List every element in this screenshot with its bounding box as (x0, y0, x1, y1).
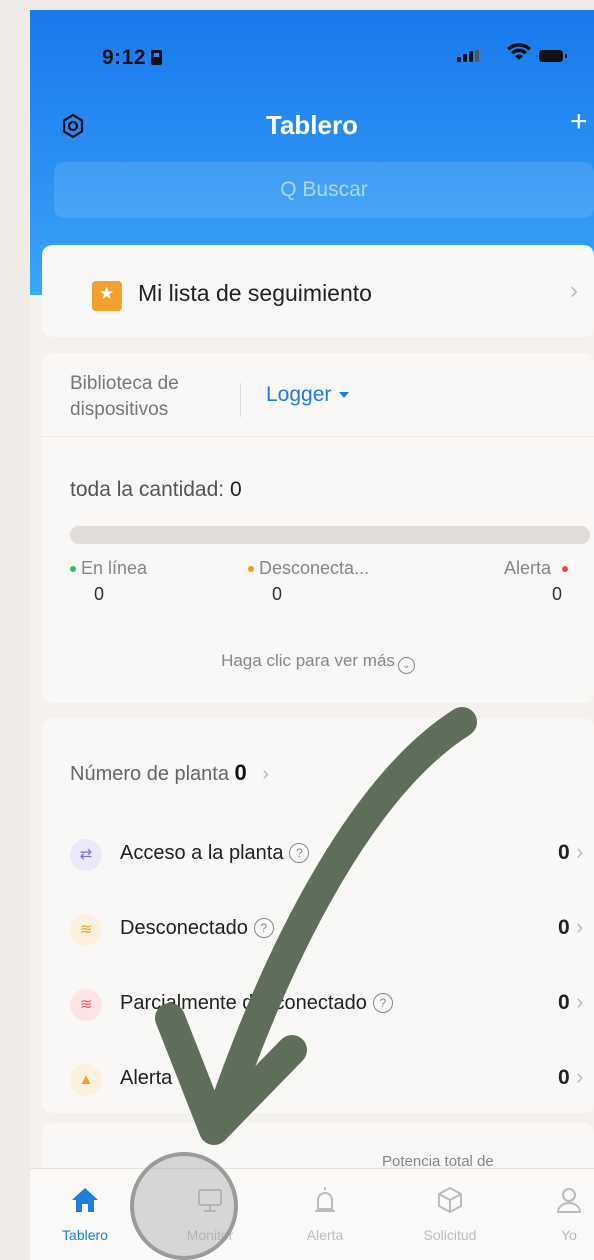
chevron-down-circle-icon: ⌄ (397, 657, 415, 674)
tab-label: Alerta (306, 1227, 344, 1243)
tab-solicitud[interactable]: Solicitud (395, 1169, 505, 1260)
plant-count-value: 0 (234, 760, 247, 785)
status-time-text: 9:12 (102, 46, 147, 69)
watchlist-label: Mi lista de seguimiento (138, 280, 372, 306)
alert-stat: Alerta 0 (504, 558, 569, 604)
cube-icon (435, 1185, 465, 1215)
tab-label: Yo (561, 1227, 577, 1243)
online-value: 0 (94, 584, 105, 604)
device-type-dropdown[interactable]: Logger (266, 383, 350, 407)
chevron-right-icon: › (576, 839, 584, 864)
chevron-right-icon: › (262, 763, 270, 785)
sim-icon (151, 50, 163, 65)
tab-bar: Tablero Monitor Alerta Solicitud Yo (30, 1168, 594, 1260)
chevron-right-icon: › (570, 277, 578, 304)
plant-row-value: 0 (558, 991, 570, 1014)
device-library-label-line1: Biblioteca de (70, 373, 179, 394)
chevron-right-icon: › (576, 914, 584, 939)
plant-row-label: Acceso a la planta? (120, 842, 310, 865)
alert-label: Alerta (504, 558, 552, 578)
status-bar: 9:12 (30, 10, 594, 100)
offline-dot-icon (248, 566, 254, 573)
bookmark-star-icon (92, 281, 122, 311)
tab-tablero[interactable]: Tablero (30, 1169, 140, 1260)
plant-row-partial-offline[interactable]: ≋ Parcialmente desconectado? 0 › (42, 975, 594, 1035)
plant-row-label: Parcialmente desconectado? (120, 992, 393, 1015)
plant-row-label: Desconectado? (120, 917, 274, 940)
add-icon[interactable]: + (570, 105, 588, 139)
plant-row-value: 0 (558, 841, 570, 864)
home-icon (70, 1185, 100, 1215)
plant-count-label: Número de planta (70, 763, 229, 785)
plug-icon: ⇄ (70, 839, 102, 871)
page-title: Tablero (266, 110, 358, 140)
caret-down-icon (339, 392, 350, 398)
help-icon[interactable]: ? (289, 843, 310, 863)
plant-row-access[interactable]: ⇄ Acceso a la planta? 0 › (42, 825, 594, 885)
chevron-right-icon: › (576, 1064, 584, 1089)
search-input[interactable]: Q Buscar (54, 162, 594, 218)
total-count: toda la cantidad: 0 (70, 478, 242, 502)
chevron-right-icon: › (576, 989, 584, 1014)
tab-label: Tablero (62, 1227, 108, 1243)
total-count-label: toda la cantidad: (70, 478, 225, 501)
help-icon[interactable]: ? (253, 918, 274, 938)
wifi-icon (507, 43, 531, 67)
online-dot-icon (70, 566, 76, 573)
top-nav: Tablero + (30, 105, 594, 155)
alert-dot-icon (562, 566, 569, 573)
battery-icon (539, 50, 567, 62)
plant-row-label: Alerta (120, 1067, 173, 1089)
person-icon (554, 1185, 584, 1215)
offline-value: 0 (272, 584, 283, 604)
status-progress-bar (70, 526, 590, 544)
plant-row-value: 0 (558, 1066, 570, 1089)
see-more-label: Haga clic para ver más (221, 651, 395, 670)
tab-label: Solicitud (423, 1227, 477, 1243)
online-stat: En línea 0 (70, 558, 148, 604)
see-more-link[interactable]: Haga clic para ver más ⌄ (42, 651, 594, 674)
siren-icon: ▲ (70, 1064, 102, 1096)
wifi-icon: ≋ (70, 914, 102, 946)
device-library-label: Biblioteca de dispositivos (70, 371, 179, 423)
tab-alerta[interactable]: Alerta (270, 1169, 380, 1260)
device-type-label: Logger (266, 383, 332, 406)
offline-label: Desconecta... (259, 558, 370, 578)
phone-screen: 9:12 Tablero + Q Buscar Mi lista de segu… (30, 10, 594, 1260)
device-library-label-line2: dispositivos (70, 399, 169, 420)
plant-row-offline[interactable]: ≋ Desconectado? 0 › (42, 900, 594, 960)
watchlist-card[interactable]: Mi lista de seguimiento › (42, 245, 594, 337)
alert-value: 0 (552, 584, 563, 604)
wifi-warning-icon: ≋ (70, 989, 102, 1021)
plant-count-link[interactable]: Número de planta 0 › (70, 760, 269, 786)
tab-yo[interactable]: Yo (514, 1169, 594, 1260)
offline-stat: Desconecta... 0 (248, 558, 370, 604)
siren-icon (310, 1185, 340, 1215)
plants-card: Número de planta 0 › ⇄ Acceso a la plant… (42, 718, 594, 1113)
plant-row-alert[interactable]: ▲ Alerta 0 › (42, 1050, 594, 1110)
online-label: En línea (81, 558, 148, 578)
monitor-tab-highlight (130, 1152, 238, 1260)
plant-row-value: 0 (558, 916, 570, 939)
divider (42, 436, 594, 437)
divider (240, 383, 241, 417)
device-library-card: Biblioteca de dispositivos Logger toda l… (42, 353, 594, 703)
total-count-value: 0 (229, 478, 242, 501)
status-time: 9:12 (102, 46, 163, 70)
help-icon[interactable]: ? (372, 993, 393, 1013)
